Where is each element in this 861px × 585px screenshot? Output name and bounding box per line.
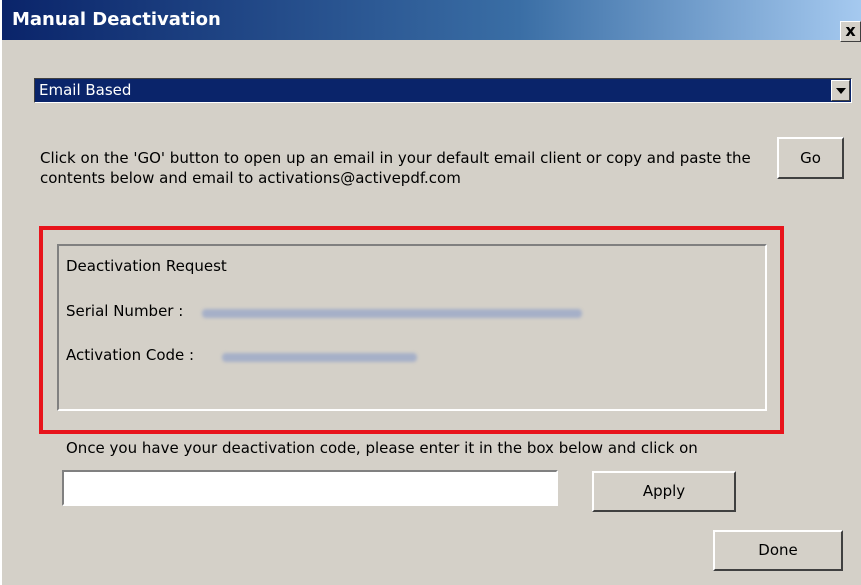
- done-button[interactable]: Done: [713, 530, 843, 571]
- apply-button[interactable]: Apply: [592, 471, 736, 512]
- title-bar: Manual Deactivation: [2, 0, 861, 40]
- close-button[interactable]: x: [840, 21, 861, 42]
- chevron-down-icon[interactable]: [831, 80, 850, 101]
- go-button[interactable]: Go: [777, 137, 844, 179]
- deactivation-method-dropdown[interactable]: Email Based: [34, 78, 852, 103]
- deactivation-code-input[interactable]: [62, 470, 558, 506]
- dropdown-selected-value: Email Based: [39, 81, 132, 99]
- instructions-text: Click on the 'GO' button to open up an e…: [40, 149, 751, 187]
- window-title: Manual Deactivation: [12, 9, 221, 30]
- deactivation-code-prompt: Once you have your deactivation code, pl…: [66, 439, 698, 457]
- highlight-annotation: [39, 226, 784, 434]
- manual-deactivation-dialog: Manual Deactivation x Email Based Click …: [0, 0, 861, 585]
